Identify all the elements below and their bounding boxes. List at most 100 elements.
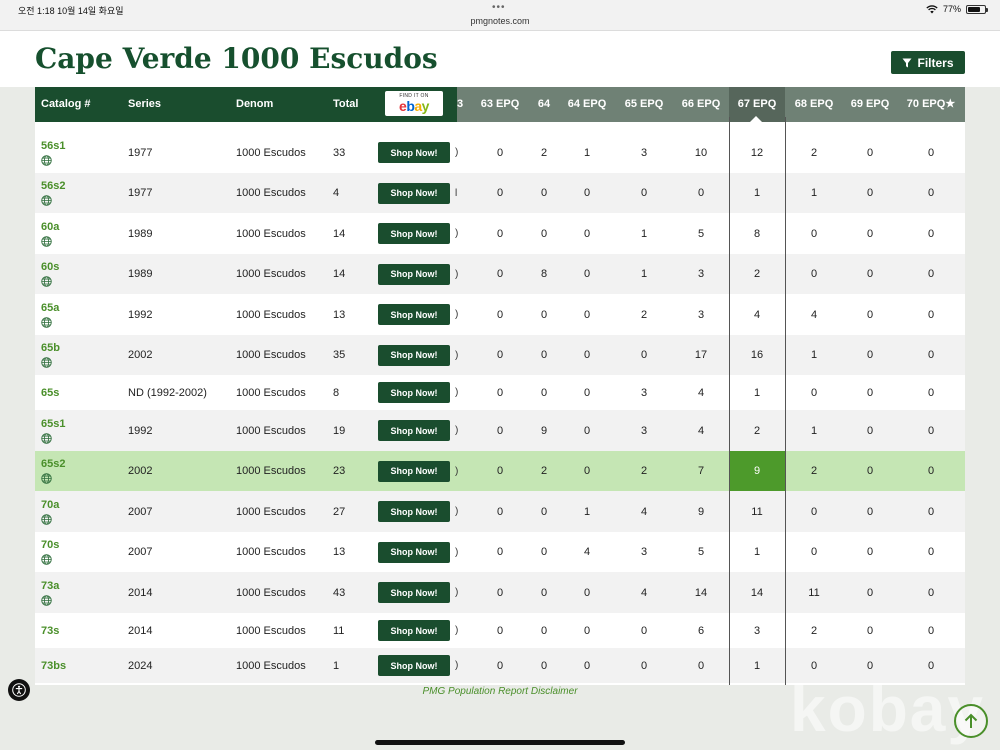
count-70epq-cell[interactable]: 0 [897,132,965,173]
count-63epq-cell[interactable]: 0 [471,335,529,375]
col-66epq[interactable]: 66 EPQ [673,87,729,122]
catalog-link[interactable]: 65b [41,342,60,354]
count-64-cell[interactable]: 0 [529,294,559,335]
count-66epq-cell[interactable]: 3 [673,254,729,294]
col-denom[interactable]: Denom [236,87,273,122]
shop-now-button[interactable]: Shop Now! [378,182,450,204]
catalog-link[interactable]: 56s2 [41,180,65,192]
count-66epq-cell[interactable]: 7 [673,451,729,491]
count-67epq-cell[interactable]: 16 [729,335,785,375]
count-70epq-cell[interactable]: 0 [897,254,965,294]
count-64-cell[interactable]: 2 [529,132,559,173]
count-64epq-cell[interactable]: 0 [559,213,615,254]
shop-now-button[interactable]: Shop Now! [378,420,450,441]
count-65epq-cell[interactable]: 2 [615,451,673,491]
count-64-cell[interactable]: 9 [529,410,559,451]
count-63epq-cell[interactable]: 0 [471,132,529,173]
count-69epq-cell[interactable]: 0 [843,294,897,335]
count-67epq-cell[interactable]: 4 [729,294,785,335]
count-64epq-cell[interactable]: 0 [559,613,615,648]
count-65epq-cell[interactable]: 0 [615,173,673,213]
col-65epq[interactable]: 65 EPQ [615,87,673,122]
count-64-cell[interactable]: 0 [529,375,559,410]
count-70epq-cell[interactable]: 0 [897,294,965,335]
globe-icon[interactable] [41,357,52,368]
count-70epq-cell[interactable]: 0 [897,173,965,213]
count-66epq-cell[interactable]: 4 [673,410,729,451]
count-63epq-cell[interactable]: 0 [471,532,529,572]
col-69epq[interactable]: 69 EPQ [843,87,897,122]
scroll-to-top-button[interactable] [954,704,988,738]
count-66epq-cell[interactable]: 10 [673,132,729,173]
count-65epq-cell[interactable]: 0 [615,335,673,375]
count-63epq-cell[interactable]: 0 [471,648,529,683]
shop-now-button[interactable]: Shop Now! [378,382,450,403]
count-65epq-cell[interactable]: 1 [615,213,673,254]
count-64-cell[interactable]: 0 [529,335,559,375]
count-69epq-cell[interactable]: 0 [843,375,897,410]
catalog-link[interactable]: 56s1 [41,140,65,152]
catalog-link[interactable]: 73s [41,625,59,637]
count-65epq-cell[interactable]: 0 [615,613,673,648]
count-65epq-cell[interactable]: 4 [615,491,673,532]
globe-icon[interactable] [41,432,52,444]
col-64epq[interactable]: 64 EPQ [559,87,615,122]
count-70epq-cell[interactable]: 0 [897,451,965,491]
globe-icon[interactable] [41,473,52,484]
count-65epq-cell[interactable]: 2 [615,294,673,335]
count-63epq-cell[interactable]: 0 [471,213,529,254]
count-66epq-cell[interactable]: 0 [673,648,729,683]
count-68epq-cell[interactable]: 0 [785,375,843,410]
count-64epq-cell[interactable]: 1 [559,491,615,532]
count-63epq-cell[interactable]: 0 [471,451,529,491]
globe-icon[interactable] [41,594,52,606]
shop-now-button[interactable]: Shop Now! [378,501,450,522]
shop-now-button[interactable]: Shop Now! [378,620,450,641]
count-64epq-cell[interactable]: 0 [559,410,615,451]
col-catalog[interactable]: Catalog # [41,87,91,122]
count-64-cell[interactable]: 2 [529,451,559,491]
shop-now-button[interactable]: Shop Now! [378,304,450,325]
count-66epq-cell[interactable]: 4 [673,375,729,410]
count-68epq-cell[interactable]: 0 [785,254,843,294]
count-66epq-cell[interactable]: 5 [673,532,729,572]
count-70epq-cell[interactable]: 0 [897,491,965,532]
catalog-link[interactable]: 73a [41,580,59,592]
count-70epq-cell[interactable]: 0 [897,375,965,410]
count-64epq-cell[interactable]: 0 [559,335,615,375]
catalog-link[interactable]: 65s1 [41,418,65,430]
count-63epq-cell[interactable]: 0 [471,294,529,335]
globe-icon[interactable] [41,195,52,206]
col-64[interactable]: 64 [529,87,559,122]
count-67epq-cell[interactable]: 14 [729,572,785,613]
globe-icon[interactable] [41,554,52,565]
count-66epq-cell[interactable]: 17 [673,335,729,375]
count-65epq-cell[interactable]: 0 [615,648,673,683]
count-70epq-cell[interactable]: 0 [897,213,965,254]
count-64-cell[interactable]: 0 [529,491,559,532]
catalog-link[interactable]: 73bs [41,660,66,672]
count-63epq-cell[interactable]: 0 [471,173,529,213]
count-69epq-cell[interactable]: 0 [843,410,897,451]
count-66epq-cell[interactable]: 9 [673,491,729,532]
count-64-cell[interactable]: 0 [529,572,559,613]
count-68epq-cell[interactable]: 1 [785,173,843,213]
count-64-cell[interactable]: 8 [529,254,559,294]
count-67epq-cell[interactable]: 1 [729,648,785,683]
count-65epq-cell[interactable]: 3 [615,375,673,410]
count-69epq-cell[interactable]: 0 [843,335,897,375]
count-63epq-cell[interactable]: 0 [471,375,529,410]
home-indicator[interactable] [375,740,625,745]
globe-icon[interactable] [41,513,52,525]
col-70epq[interactable]: 70 EPQ★ [897,87,965,122]
shop-now-button[interactable]: Shop Now! [378,582,450,603]
shop-now-button[interactable]: Shop Now! [378,263,450,285]
count-63epq-cell[interactable]: 0 [471,254,529,294]
count-64epq-cell[interactable]: 0 [559,451,615,491]
count-68epq-cell[interactable]: 1 [785,410,843,451]
count-64-cell[interactable]: 0 [529,532,559,572]
more-dots-icon[interactable]: ••• [492,2,506,13]
count-64-cell[interactable]: 0 [529,173,559,213]
count-68epq-cell[interactable]: 0 [785,491,843,532]
count-67epq-cell[interactable]: 1 [729,173,785,213]
